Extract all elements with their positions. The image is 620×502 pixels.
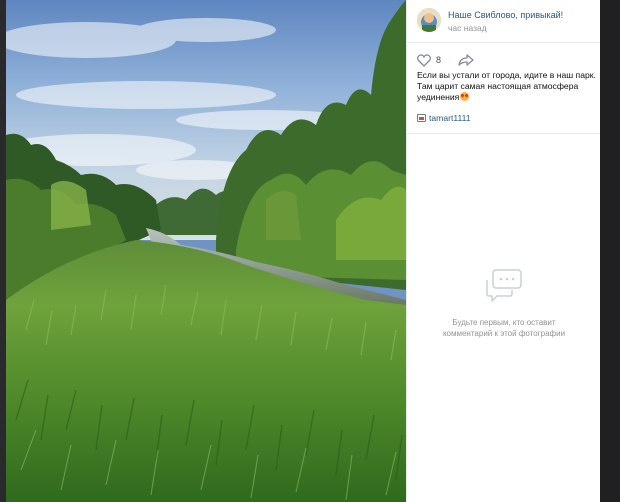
empty-comments-line: комментарий к этой фотографии xyxy=(442,329,566,338)
avatar-image xyxy=(417,8,441,32)
divider xyxy=(407,133,601,134)
photo-tag-icon xyxy=(417,114,426,122)
right-gutter xyxy=(600,0,620,502)
photo-viewer: Наше Свиблово, привыкай! час назад 8 Есл… xyxy=(0,0,620,502)
share-arrow-icon xyxy=(458,54,474,66)
post-actions: 8 xyxy=(407,50,601,70)
tag-user-link[interactable]: tamart1111 xyxy=(429,113,471,123)
author-name-link[interactable]: Наше Свиблово, привыкай! xyxy=(448,10,563,20)
divider xyxy=(407,42,601,43)
photo-info-panel: Наше Свиблово, привыкай! час назад 8 Есл… xyxy=(406,0,601,502)
avatar[interactable] xyxy=(417,8,441,32)
landscape-illustration xyxy=(6,0,406,502)
empty-comments-line: Будьте первым, кто оставит xyxy=(452,318,556,327)
post-header: Наше Свиблово, привыкай! час назад xyxy=(407,0,601,42)
chat-bubble-icon xyxy=(486,269,522,302)
photo-tag[interactable]: tamart1111 xyxy=(417,113,471,123)
empty-comments-text: Будьте первым, кто оставит комментарий к… xyxy=(407,317,601,339)
post-text: Если вы устали от города, идите в наш па… xyxy=(417,70,597,103)
post-text-line-last: уединения xyxy=(417,92,597,103)
post-text-line: Если вы устали от города, идите в наш па… xyxy=(417,70,596,80)
like-button[interactable]: 8 xyxy=(417,52,441,68)
post-text-line: Там царит самая настоящая атмосфера xyxy=(417,81,579,91)
post-text-line: уединения xyxy=(417,92,460,102)
heart-eyes-emoji-icon xyxy=(460,92,470,101)
post-time: час назад xyxy=(448,23,487,33)
post-photo[interactable] xyxy=(6,0,406,502)
empty-comments: Будьте первым, кто оставит комментарий к… xyxy=(407,268,601,339)
like-count: 8 xyxy=(436,55,442,65)
heart-icon xyxy=(417,53,431,67)
share-button[interactable] xyxy=(457,52,475,68)
